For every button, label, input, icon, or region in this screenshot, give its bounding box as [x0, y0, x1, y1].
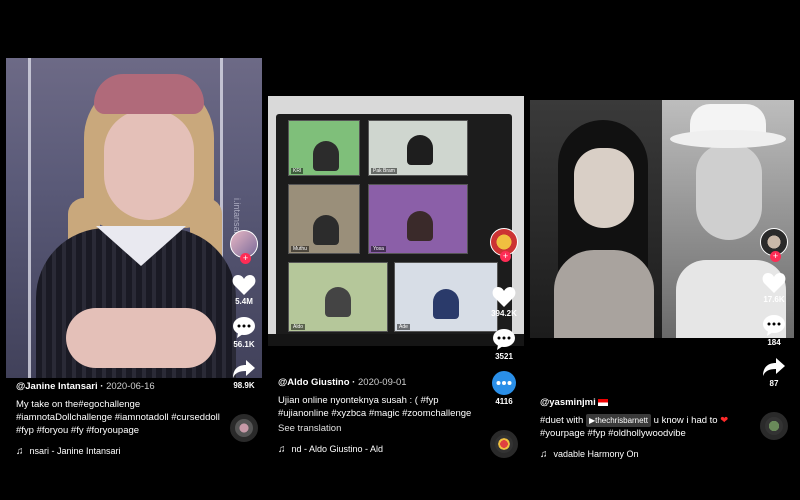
participant-tile: Muthu [288, 184, 360, 254]
comment-action[interactable]: 56.1K [232, 316, 256, 349]
participant-tile: Pak Bram [368, 120, 468, 176]
share-action[interactable]: 87 [762, 357, 786, 388]
tiktok-post-3[interactable]: + 17.6K 184 87 @yasminjmi #duet with ▶th… [530, 100, 794, 500]
zoom-meeting-screen: KRI Pak Bram Muthu Yosa Aldo Ade [276, 114, 512, 338]
share-icon [233, 360, 255, 378]
tiktok-post-2[interactable]: KRI Pak Bram Muthu Yosa Aldo Ade + 394.2… [268, 96, 524, 500]
music-ticker[interactable]: ♫ vadable Harmony On [540, 448, 746, 461]
video-thumbnail[interactable] [530, 100, 794, 338]
action-column: + 394.2K 3521 4116 [486, 228, 522, 458]
comment-count: 184 [767, 338, 781, 347]
heart-icon [762, 273, 786, 293]
face [696, 144, 762, 240]
share-count: 4116 [495, 397, 513, 406]
post-date: 2020-06-16 [106, 381, 155, 392]
music-disc[interactable] [490, 430, 518, 458]
participant-tile: KRI [288, 120, 360, 176]
hands [66, 308, 216, 368]
username[interactable]: @Aldo Giustino · 2020-09-01 [278, 376, 484, 389]
beret [94, 74, 204, 114]
video-thumbnail[interactable]: i.intansari [6, 58, 262, 378]
like-count: 394.2K [491, 309, 517, 318]
music-note-icon: ♫ [540, 449, 548, 460]
post-description: #duet with ▶thechrisbarnett u know i had… [540, 414, 729, 439]
share-action[interactable]: 98.9K [232, 359, 256, 390]
more-options-icon [492, 371, 516, 395]
music-title: nd - Aldo Giustino - Ald [291, 444, 384, 454]
comment-action[interactable]: 3521 [492, 328, 516, 361]
caption-area: @yasminjmi #duet with ▶thechrisbarnett u… [540, 396, 746, 461]
doll-face [104, 110, 194, 220]
like-action[interactable]: 5.4M [232, 274, 256, 306]
comment-icon [763, 315, 785, 336]
curtain-string [28, 58, 31, 378]
face [574, 148, 634, 228]
heart-emoji-icon: ❤ [720, 415, 729, 426]
creator-avatar[interactable]: + [490, 228, 518, 262]
participant-tile: Yosa [368, 184, 468, 254]
music-ticker[interactable]: ♫ nd - Aldo Giustino - Ald [278, 443, 484, 456]
music-disc[interactable] [230, 414, 258, 442]
share-count: 87 [769, 379, 779, 388]
caption-area: @Janine Intansari · 2020-06-16 My take o… [16, 380, 222, 458]
action-column: + 5.4M 56.1K 98.9K [226, 230, 262, 442]
share-action[interactable]: 4116 [492, 371, 516, 406]
follow-plus-icon[interactable]: + [240, 253, 251, 264]
share-count: 98.9K [233, 381, 255, 390]
duet-left-video [530, 100, 662, 338]
creator-avatar[interactable]: + [760, 228, 788, 262]
heart-icon [232, 275, 256, 295]
music-title: nsari - Janine Intansari [29, 446, 121, 456]
music-disc[interactable] [760, 412, 788, 440]
comment-icon [233, 317, 255, 338]
duet-mention-tag[interactable]: ▶thechrisbarnett [585, 414, 652, 427]
like-action[interactable]: 17.6K [762, 272, 786, 304]
indonesia-flag-icon [597, 398, 608, 406]
participant-tile: Aldo [288, 262, 388, 332]
like-count: 17.6K [763, 295, 785, 304]
participant-tile: Ade [394, 262, 498, 332]
comment-icon [493, 329, 515, 350]
heart-icon [492, 287, 516, 307]
post-description: Ujian online nyonteknya susah : ( #fyp #… [278, 395, 472, 419]
comment-count: 3521 [495, 352, 513, 361]
username[interactable]: @Janine Intansari · 2020-06-16 [16, 380, 222, 393]
music-title: vadable Harmony On [553, 449, 639, 459]
music-note-icon: ♫ [278, 444, 286, 455]
follow-plus-icon[interactable]: + [500, 251, 511, 262]
share-icon [763, 358, 785, 376]
comment-count: 56.1K [233, 340, 255, 349]
follow-plus-icon[interactable]: + [770, 251, 781, 262]
music-ticker[interactable]: ♫ nsari - Janine Intansari [16, 445, 222, 458]
username[interactable]: @yasminjmi [540, 396, 746, 409]
dress [554, 250, 654, 338]
like-count: 5.4M [235, 297, 253, 306]
post-date: 2020-09-01 [358, 377, 407, 388]
like-action[interactable]: 394.2K [491, 286, 517, 318]
tiktok-post-1[interactable]: i.intansari + 5.4M 56.1K 98.9K @Janine I… [6, 58, 262, 500]
caption-area: @Aldo Giustino · 2020-09-01 Ujian online… [278, 376, 484, 456]
music-note-icon: ♫ [16, 446, 24, 457]
comment-action[interactable]: 184 [762, 314, 786, 347]
creator-avatar[interactable]: + [230, 230, 258, 264]
see-translation-link[interactable]: See translation [278, 422, 484, 435]
hat-brim [670, 130, 786, 148]
action-column: + 17.6K 184 87 [756, 228, 792, 440]
post-description: My take on the#egochallenge #iamnotaDoll… [16, 399, 220, 436]
